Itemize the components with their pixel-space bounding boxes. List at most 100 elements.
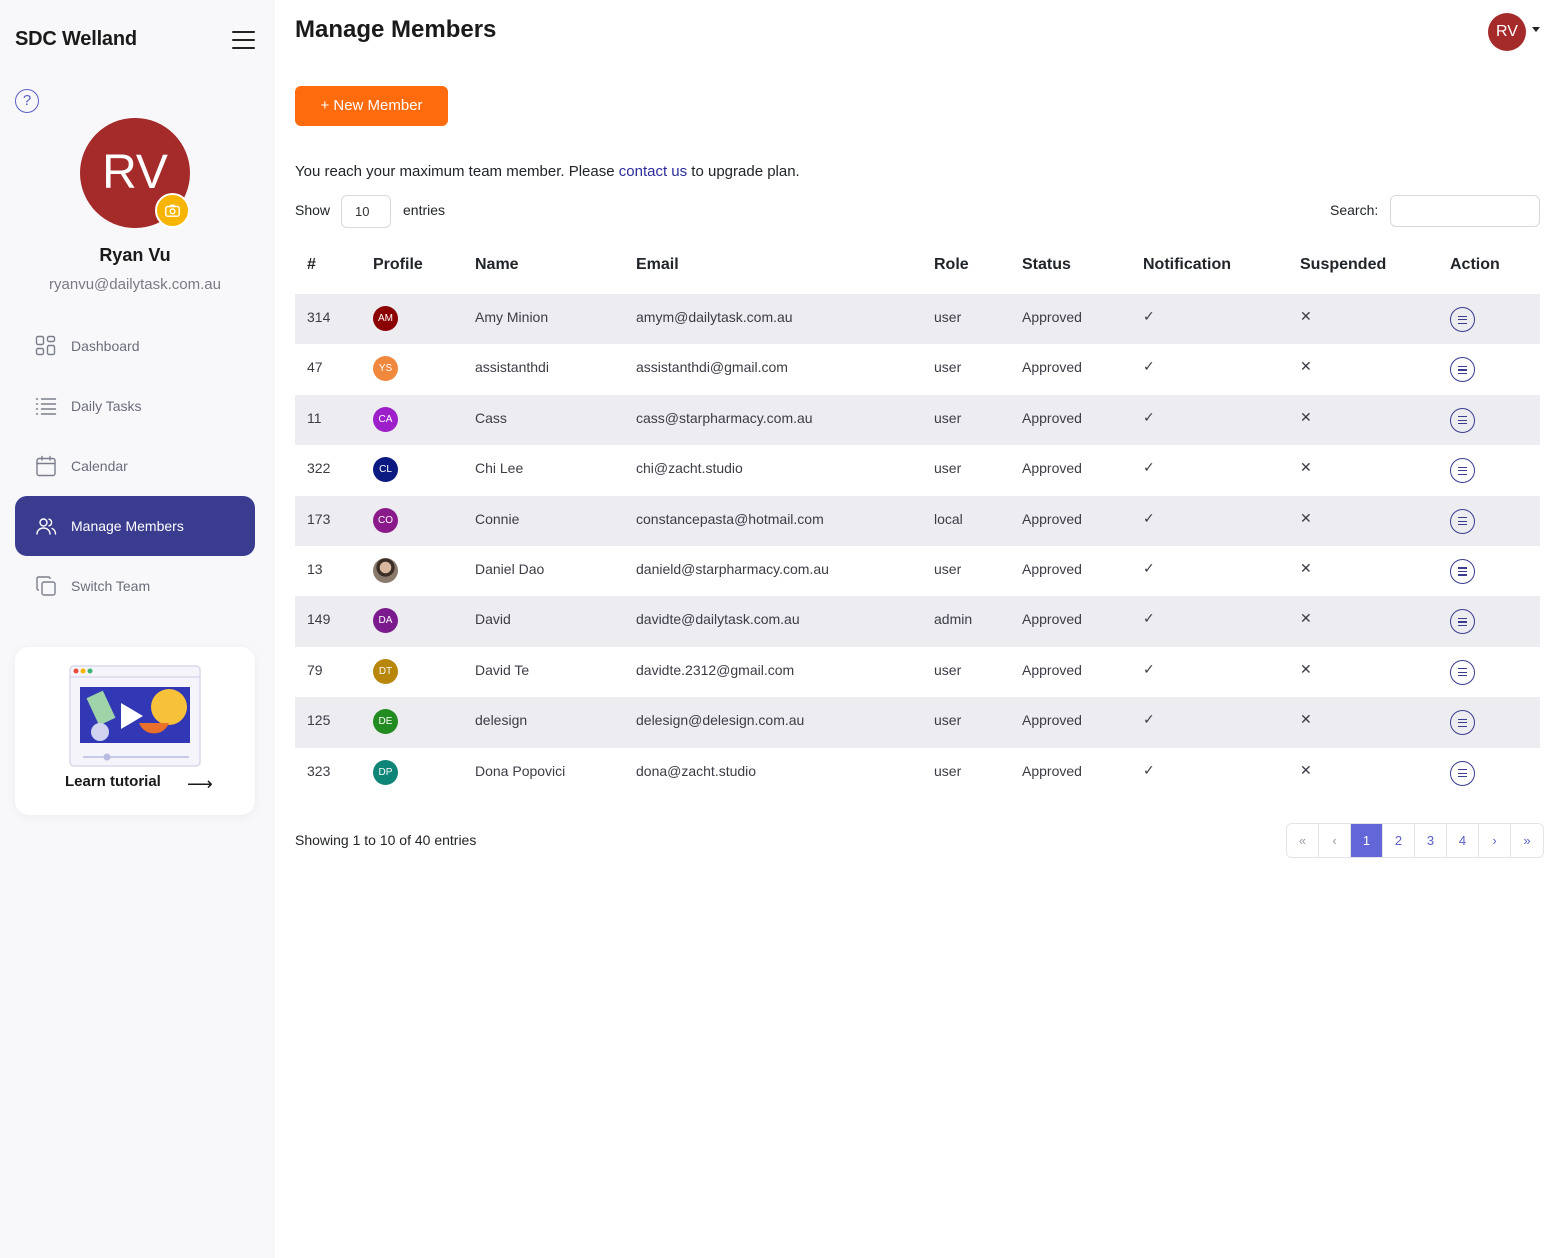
page-link[interactable]: » bbox=[1511, 824, 1543, 857]
caret-down-icon[interactable] bbox=[1532, 27, 1540, 32]
member-name: David Te bbox=[475, 661, 530, 678]
members-table: # Profile Name Email Role Status Notific… bbox=[295, 240, 1540, 798]
new-member-button[interactable]: + New Member bbox=[295, 86, 448, 126]
member-avatar[interactable]: DP bbox=[373, 759, 398, 785]
page-link[interactable]: 4 bbox=[1447, 824, 1479, 857]
camera-icon[interactable] bbox=[155, 193, 190, 228]
member-id: 11 bbox=[307, 409, 322, 426]
action-menu-icon[interactable] bbox=[1450, 659, 1475, 685]
member-name: Amy Minion bbox=[475, 309, 549, 325]
column-header[interactable]: Profile bbox=[373, 256, 423, 274]
column-header[interactable]: Suspended bbox=[1300, 256, 1386, 274]
action-menu-icon[interactable] bbox=[1450, 508, 1475, 534]
member-avatar[interactable]: CA bbox=[373, 406, 398, 432]
sidebar-item-label: Manage Members bbox=[71, 518, 184, 534]
page-link[interactable]: › bbox=[1479, 824, 1511, 857]
member-avatar[interactable]: CL bbox=[373, 457, 398, 483]
member-avatar[interactable]: AM bbox=[373, 306, 398, 331]
profile-cell bbox=[373, 557, 398, 583]
sidebar-item-calendar[interactable]: Calendar bbox=[15, 436, 255, 496]
profile-cell: DP bbox=[373, 759, 398, 785]
member-avatar[interactable]: DA bbox=[373, 608, 398, 634]
column-header[interactable]: Status bbox=[1022, 256, 1071, 274]
member-role: user bbox=[934, 309, 962, 325]
member-avatar[interactable]: CO bbox=[373, 507, 398, 533]
action-cell bbox=[1450, 609, 1475, 635]
member-id: 173 bbox=[307, 510, 331, 527]
column-header[interactable]: Notification bbox=[1143, 256, 1231, 274]
member-email: amym@dailytask.com.au bbox=[636, 309, 793, 325]
action-cell bbox=[1450, 307, 1475, 332]
check-icon: ✓ bbox=[1143, 610, 1155, 627]
member-avatar[interactable] bbox=[373, 557, 398, 583]
help-icon[interactable]: ? bbox=[15, 89, 39, 113]
grid-icon bbox=[35, 335, 57, 357]
member-id: 47 bbox=[307, 359, 323, 376]
member-status: Approved bbox=[1022, 359, 1082, 376]
search-input[interactable] bbox=[1390, 195, 1540, 227]
member-avatar[interactable]: DE bbox=[373, 709, 398, 735]
action-menu-icon[interactable] bbox=[1450, 458, 1475, 484]
member-email: delesign@delesign.com.au bbox=[636, 712, 805, 729]
arrow-right-icon[interactable]: ⟶ bbox=[187, 774, 213, 795]
column-header[interactable]: # bbox=[307, 256, 316, 274]
list-icon bbox=[35, 395, 57, 417]
sidebar-item-switch-team[interactable]: Switch Team bbox=[15, 556, 255, 616]
table-row: 322 CL Chi Lee chi@zacht.studio user Approved… bbox=[295, 445, 1540, 495]
action-cell bbox=[1450, 407, 1475, 433]
member-email: cass@starpharmacy.com.au bbox=[636, 409, 813, 426]
action-menu-icon[interactable] bbox=[1450, 407, 1475, 433]
member-avatar[interactable]: YS bbox=[373, 356, 398, 382]
page-link[interactable]: 3 bbox=[1415, 824, 1447, 857]
action-menu-icon[interactable] bbox=[1450, 609, 1475, 635]
member-name: Chi Lee bbox=[475, 460, 524, 477]
table-body: 314 AM Amy Minion amym@dailytask.com.au user… bbox=[295, 294, 1540, 798]
column-header[interactable]: Email bbox=[636, 256, 679, 274]
profile-cell: DA bbox=[373, 608, 398, 634]
tutorial-card[interactable]: Learn tutorial ⟶ bbox=[15, 647, 255, 815]
user-menu-avatar[interactable]: RV bbox=[1488, 13, 1526, 51]
check-icon: ✓ bbox=[1143, 761, 1155, 778]
column-header[interactable]: Name bbox=[475, 256, 519, 274]
sidebar-item-manage-members[interactable]: Manage Members bbox=[15, 496, 255, 556]
plan-limit-notice: You reach your maximum team member. Plea… bbox=[295, 163, 800, 180]
menu-toggle-icon[interactable] bbox=[232, 31, 255, 49]
member-role: user bbox=[934, 409, 962, 426]
notice-text: You reach your maximum team member. Plea… bbox=[295, 163, 619, 180]
sidebar-item-dashboard[interactable]: Dashboard bbox=[15, 316, 255, 376]
profile-cell: DT bbox=[373, 658, 398, 684]
action-menu-icon[interactable] bbox=[1450, 357, 1475, 383]
action-menu-icon[interactable] bbox=[1450, 760, 1475, 786]
member-role: user bbox=[934, 762, 962, 779]
member-status: Approved bbox=[1022, 460, 1082, 477]
contact-us-link[interactable]: contact us bbox=[619, 163, 687, 180]
member-role: user bbox=[934, 712, 962, 729]
action-cell bbox=[1450, 458, 1475, 484]
search-label: Search: bbox=[1330, 202, 1379, 218]
profile-cell: DE bbox=[373, 709, 398, 735]
action-cell bbox=[1450, 357, 1475, 383]
table-row: 13 Daniel Dao danield@starpharmacy.com.au u… bbox=[295, 546, 1540, 596]
member-role: local bbox=[934, 510, 963, 527]
brand-title: SDC Welland bbox=[15, 28, 137, 50]
page-link[interactable]: ‹ bbox=[1319, 824, 1351, 857]
action-menu-icon[interactable] bbox=[1450, 710, 1475, 736]
page-link[interactable]: 2 bbox=[1383, 824, 1415, 857]
sidebar-item-label: Calendar bbox=[71, 458, 128, 474]
users-icon bbox=[35, 515, 57, 537]
column-header[interactable]: Role bbox=[934, 256, 969, 274]
page-size-select[interactable]: 10 bbox=[341, 195, 391, 228]
tutorial-label[interactable]: Learn tutorial bbox=[65, 773, 161, 790]
sidebar-item-daily-tasks[interactable]: Daily Tasks bbox=[15, 376, 255, 436]
page-link[interactable]: 1 bbox=[1351, 824, 1383, 857]
member-avatar[interactable]: DT bbox=[373, 658, 398, 684]
close-icon: ✕ bbox=[1300, 308, 1312, 324]
close-icon: ✕ bbox=[1300, 660, 1312, 677]
table-row: 323 DP Dona Popovici dona@zacht.studio user A… bbox=[295, 748, 1540, 798]
action-menu-icon[interactable] bbox=[1450, 558, 1475, 584]
profile-cell: AM bbox=[373, 306, 398, 331]
action-menu-icon[interactable] bbox=[1450, 307, 1475, 332]
action-cell bbox=[1450, 760, 1475, 786]
column-header[interactable]: Action bbox=[1450, 256, 1500, 274]
page-link[interactable]: « bbox=[1287, 824, 1319, 857]
